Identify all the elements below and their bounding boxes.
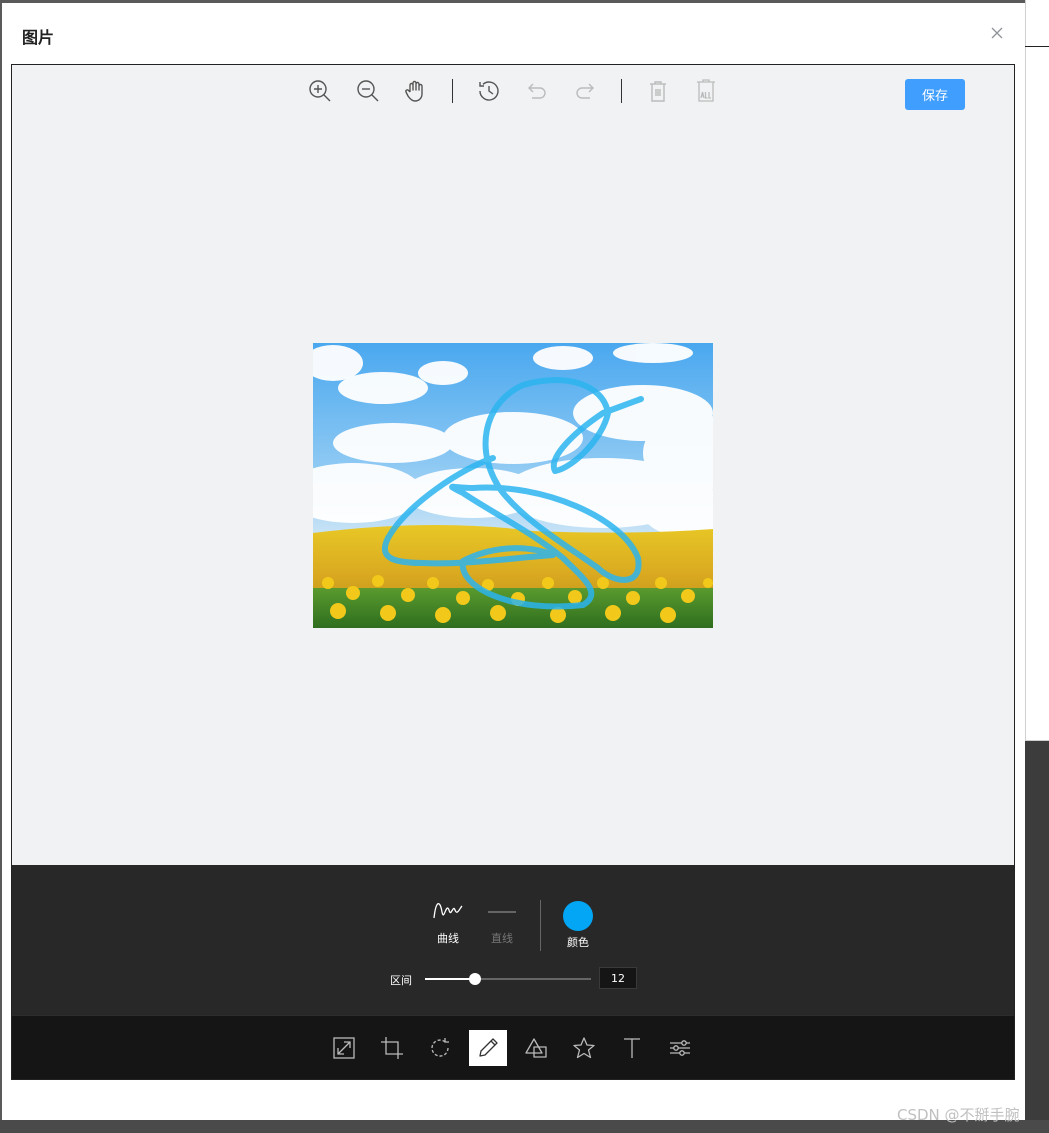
rotate-icon[interactable] <box>421 1030 459 1066</box>
zoom-in-icon[interactable] <box>306 77 334 105</box>
main-menu-bar <box>12 1015 1014 1079</box>
resize-icon[interactable] <box>325 1030 363 1066</box>
save-button[interactable]: 保存 <box>905 79 965 110</box>
watermark: CSDN @不掰手腕 <box>897 1106 1020 1124</box>
line-option[interactable]: 直线 <box>477 898 527 946</box>
shape-icon[interactable] <box>517 1030 555 1066</box>
color-label: 颜色 <box>567 936 589 949</box>
filter-icon[interactable] <box>661 1030 699 1066</box>
dialog-title: 图片 <box>22 28 55 47</box>
color-picker[interactable] <box>563 901 593 931</box>
hand-icon[interactable] <box>402 77 430 105</box>
range-label: 区间 <box>390 974 412 987</box>
range-slider-handle[interactable] <box>468 973 481 985</box>
toolbar-separator <box>452 79 453 103</box>
star-icon[interactable] <box>565 1030 603 1066</box>
curve-icon <box>433 903 463 919</box>
background-panel <box>1025 741 1049 1133</box>
crop-icon[interactable] <box>373 1030 411 1066</box>
draw-icon[interactable] <box>469 1030 507 1066</box>
image-editor: 保存 曲线 直线 颜色 区间 12 <box>11 64 1015 1080</box>
draw-options-panel: 曲线 直线 颜色 区间 12 <box>12 865 1014 1015</box>
history-icon[interactable] <box>475 77 503 105</box>
curve-label: 曲线 <box>437 932 459 945</box>
undo-icon[interactable] <box>523 77 551 105</box>
image-dialog: 图片 保存 曲线 直线 颜色 区间 12 <box>2 3 1025 1120</box>
background-divider <box>1025 46 1049 47</box>
curve-option[interactable]: 曲线 <box>423 898 473 946</box>
range-value-input[interactable]: 12 <box>599 967 637 989</box>
text-icon[interactable] <box>613 1030 651 1066</box>
close-icon[interactable] <box>987 23 1007 43</box>
line-icon <box>488 911 516 913</box>
background-panel <box>1025 0 1049 740</box>
editor-stage: 保存 <box>12 65 1014 865</box>
canvas-image[interactable] <box>283 343 743 628</box>
redo-icon[interactable] <box>571 77 599 105</box>
line-label: 直线 <box>491 932 513 945</box>
panel-separator <box>540 900 541 951</box>
range-slider-fill <box>425 978 475 980</box>
range-slider[interactable] <box>425 973 591 985</box>
delete-all-icon[interactable] <box>692 77 720 105</box>
delete-icon[interactable] <box>644 77 672 105</box>
toolbar-separator <box>621 79 622 103</box>
zoom-out-icon[interactable] <box>354 77 382 105</box>
background-strip <box>0 1120 1049 1133</box>
